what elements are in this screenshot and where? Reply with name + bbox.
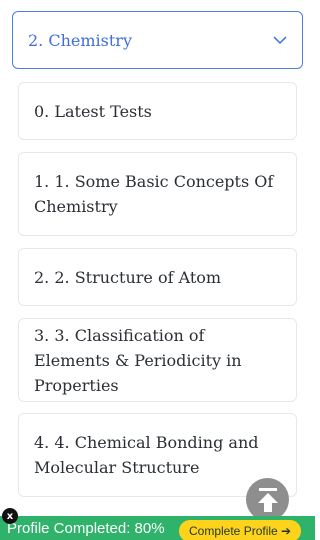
profile-completion-bar: Profile Completed: 80% Complete Profile … [0, 516, 315, 540]
chevron-down-icon [273, 36, 287, 45]
chapter-item-classification[interactable]: 3. 3. Classification of Elements & Perio… [18, 318, 297, 402]
subject-select[interactable]: 2. Chemistry [12, 11, 303, 69]
chapter-item-label: 2. 2. Structure of Atom [34, 267, 222, 287]
chapter-item-label: 1. 1. Some Basic Concepts Of Chemistry [34, 172, 274, 216]
arrow-up-to-top-icon [257, 487, 278, 512]
close-icon[interactable]: x [2, 508, 18, 524]
chapter-item-basic-concepts[interactable]: 1. 1. Some Basic Concepts Of Chemistry [18, 152, 297, 236]
chapter-item-label: 4. 4. Chemical Bonding and Molecular Str… [34, 433, 259, 477]
chapter-item-latest-tests[interactable]: 0. Latest Tests [18, 82, 297, 140]
scroll-to-top-button[interactable] [246, 478, 289, 521]
chapter-item-label: 3. 3. Classification of Elements & Perio… [34, 325, 242, 395]
subject-select-value: 2. Chemistry [28, 30, 132, 50]
chapter-item-label: 0. Latest Tests [34, 101, 152, 121]
chapter-item-structure-of-atom[interactable]: 2. 2. Structure of Atom [18, 248, 297, 306]
complete-profile-button[interactable]: Complete Profile ➔ [179, 520, 302, 540]
profile-status-text: Profile Completed: 80% [7, 519, 165, 537]
